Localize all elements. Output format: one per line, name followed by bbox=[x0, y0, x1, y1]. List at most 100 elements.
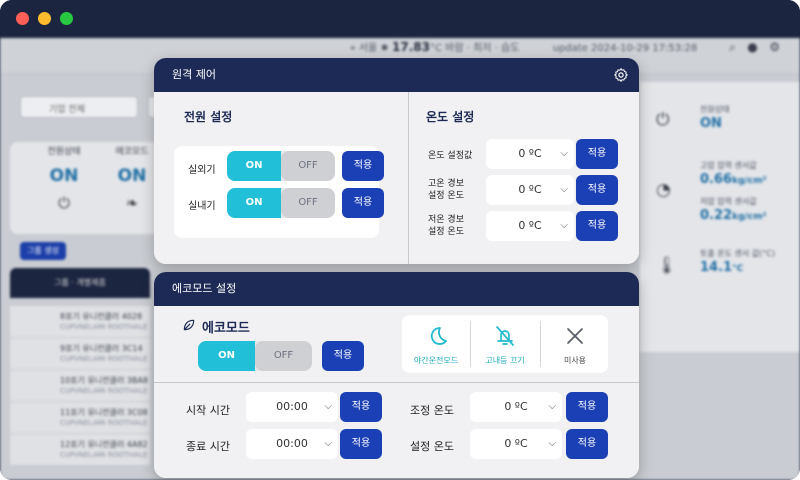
high-temp-apply-button[interactable]: 적용 bbox=[576, 175, 618, 205]
temperature-settings-title: 온도 설정 bbox=[426, 110, 475, 124]
stat-unit-temp: °C bbox=[732, 264, 744, 274]
gear-icon[interactable] bbox=[613, 67, 629, 83]
indoor-unit-label: 실내기 bbox=[188, 201, 216, 212]
power-icon: ⏻ bbox=[656, 110, 670, 130]
toggle-on[interactable]: ON bbox=[227, 188, 281, 218]
row-sub: CUPVNELAMI ROOTIVALE bbox=[60, 323, 148, 331]
table-header: 그룹 · 개별제품 bbox=[10, 268, 150, 298]
toggle-on[interactable]: ON bbox=[227, 151, 281, 181]
unused-option[interactable]: 미사용 bbox=[541, 315, 609, 373]
maximize-window-button[interactable] bbox=[60, 12, 73, 25]
end-time-select[interactable]: 00:00 ⌵ bbox=[246, 429, 338, 459]
moon-icon bbox=[430, 327, 447, 345]
thermometer-icon: 🌡 bbox=[656, 256, 678, 276]
indoor-unit-toggle[interactable]: ON OFF bbox=[227, 188, 335, 218]
topbar-icons: ⌕ ● ⚙ bbox=[729, 40, 780, 55]
eco-mode-panel-title: 에코모드 설정 bbox=[172, 282, 237, 295]
table-row[interactable]: 8호기 유니컨클러 4028 CUPVNELAMI ROOTIVALE bbox=[10, 306, 150, 338]
setting-temp-select[interactable]: 0 ºC ⌵ bbox=[470, 429, 562, 459]
weather-temperature: 17.83 bbox=[392, 40, 430, 54]
close-icon bbox=[567, 328, 583, 344]
stat-label-power: 전원상태 bbox=[700, 105, 730, 114]
temp-setpoint-select[interactable]: 0 ºC ⌵ bbox=[486, 139, 574, 169]
chevron-down-icon: ⌵ bbox=[324, 438, 332, 449]
outdoor-unit-toggle[interactable]: ON OFF bbox=[227, 151, 335, 181]
eco-mode-header: 에코모드 설정 bbox=[154, 272, 639, 306]
table-row[interactable]: 12호기 유니컨클러 4A82 CUPVNELAMI ROOTIVALE bbox=[10, 434, 150, 466]
setting-temp-apply-button[interactable]: 적용 bbox=[566, 429, 608, 459]
user-icon[interactable]: ● bbox=[747, 40, 757, 54]
start-time-apply-button[interactable]: 적용 bbox=[340, 392, 382, 422]
adjust-temp-apply-button[interactable]: 적용 bbox=[566, 392, 608, 422]
row-sub: CUPVNELAMI ROOTIVALE bbox=[60, 355, 148, 363]
stat-label-high-pressure: 고압 압력 센서값 bbox=[700, 161, 757, 170]
low-temp-alarm-label: 저온 경보 설정 온도 bbox=[428, 215, 464, 237]
end-time-apply-button[interactable]: 적용 bbox=[340, 429, 382, 459]
eco-option-card: 야간운전모드 고내등 끄기 미사용 bbox=[402, 315, 608, 373]
row-sub: CUPVNELAMI ROOTIVALE bbox=[60, 387, 148, 395]
chevron-down-icon: ⌵ bbox=[560, 148, 568, 159]
stat-value-low-text: 0.22 bbox=[700, 208, 733, 223]
bell-off-icon bbox=[496, 326, 514, 346]
end-time-label: 종료 시간 bbox=[186, 440, 230, 453]
close-window-button[interactable] bbox=[16, 12, 29, 25]
toggle-on[interactable]: ON bbox=[198, 341, 255, 371]
status-label-eco: 에코모드 bbox=[115, 147, 149, 157]
table-row[interactable]: 10호기 유니컨클러 3BA8 CUPVNELAMI ROOTIVALE bbox=[10, 370, 150, 402]
stat-value-high-text: 0.66 bbox=[700, 172, 733, 187]
chevron-down-icon: ⌵ bbox=[560, 184, 568, 195]
table-row[interactable]: 9호기 유니컨클러 3C14 CUPVNELAMI ROOTIVALE bbox=[10, 338, 150, 370]
power-icon: ⏻ bbox=[58, 194, 70, 212]
unused-label: 미사용 bbox=[563, 356, 587, 365]
stat-unit-high: kg/cm² bbox=[732, 176, 767, 186]
stat-value-power-text: ON bbox=[700, 116, 722, 131]
toggle-off[interactable]: OFF bbox=[281, 188, 335, 218]
night-mode-option[interactable]: 야간운전모드 bbox=[402, 315, 470, 373]
row-sub: CUPVNELAMI ROOTIVALE bbox=[60, 419, 148, 427]
weather-location: 서울 bbox=[358, 43, 378, 54]
remote-control-header: 원격 제어 bbox=[154, 58, 639, 92]
indoor-apply-button[interactable]: 적용 bbox=[342, 188, 384, 218]
high-temp-alarm-select[interactable]: 0 ºC ⌵ bbox=[486, 175, 574, 205]
update-datetime: update 2024-10-29 17:53:28 bbox=[552, 43, 698, 54]
temp-setpoint-label: 온도 설정값 bbox=[428, 151, 473, 161]
interior-light-off-option[interactable]: 고내등 끄기 bbox=[471, 315, 539, 373]
low-temp-apply-button[interactable]: 적용 bbox=[576, 211, 618, 241]
stat-value-temp-text: 14.1 bbox=[700, 260, 733, 275]
row-name: 9호기 유니컨클러 3C14 bbox=[60, 344, 143, 353]
start-time-label: 시작 시간 bbox=[186, 404, 230, 417]
eco-mode-apply-button[interactable]: 적용 bbox=[322, 341, 364, 371]
start-time-value: 00:00 bbox=[276, 400, 308, 413]
chevron-down-icon: ⌵ bbox=[324, 401, 332, 412]
app-window: ⌖ 서울 ✹ 17.83°C 바람 · 최저 · 습도 update 2024-… bbox=[0, 0, 800, 480]
remote-control-panel: 원격 제어 전원 설정 실외기 ON OFF 적용 실내기 ON OFF 적용 … bbox=[154, 58, 639, 264]
low-temp-alarm-select[interactable]: 0 ºC ⌵ bbox=[486, 211, 574, 241]
power-settings-title: 전원 설정 bbox=[184, 110, 233, 124]
section-divider bbox=[408, 92, 409, 264]
temp-setpoint-apply-button[interactable]: 적용 bbox=[576, 139, 618, 169]
settings-icon[interactable]: ⚙ bbox=[769, 40, 780, 54]
end-time-value: 00:00 bbox=[276, 437, 308, 450]
minimize-window-button[interactable] bbox=[38, 12, 51, 25]
gauge-icon: ◔ bbox=[656, 180, 671, 200]
outdoor-apply-button[interactable]: 적용 bbox=[342, 151, 384, 181]
group-create-button[interactable]: 그룹 생성 bbox=[20, 242, 66, 260]
stat-value-power: ON bbox=[700, 116, 722, 131]
eco-mode-toggle[interactable]: ON OFF bbox=[198, 341, 312, 371]
adjust-temp-select[interactable]: 0 ºC ⌵ bbox=[470, 392, 562, 422]
chevron-down-icon: ⌵ bbox=[548, 438, 556, 449]
toggle-off[interactable]: OFF bbox=[255, 341, 312, 371]
stat-value-discharge-temp: 14.1°C bbox=[700, 260, 743, 275]
table-row[interactable]: 11호기 유니컨클러 3C08 CUPVNELAMI ROOTIVALE bbox=[10, 402, 150, 434]
location-pin-icon: ⌖ bbox=[350, 43, 356, 54]
outdoor-unit-label: 실외기 bbox=[188, 165, 216, 176]
setting-temp-label: 설정 온도 bbox=[410, 440, 454, 453]
setting-temp-value: 0 ºC bbox=[504, 437, 528, 450]
search-icon[interactable]: ⌕ bbox=[729, 40, 736, 54]
start-time-select[interactable]: 00:00 ⌵ bbox=[246, 392, 338, 422]
stat-label-discharge-temp: 토출 온도 센서 값(°C) bbox=[700, 249, 775, 258]
high-temp-alarm-label: 고온 경보 설정 온도 bbox=[428, 179, 464, 201]
toggle-off[interactable]: OFF bbox=[281, 151, 335, 181]
group-select[interactable]: 기업 전체 bbox=[20, 96, 138, 118]
row-name: 8호기 유니컨클러 4028 bbox=[60, 312, 143, 321]
